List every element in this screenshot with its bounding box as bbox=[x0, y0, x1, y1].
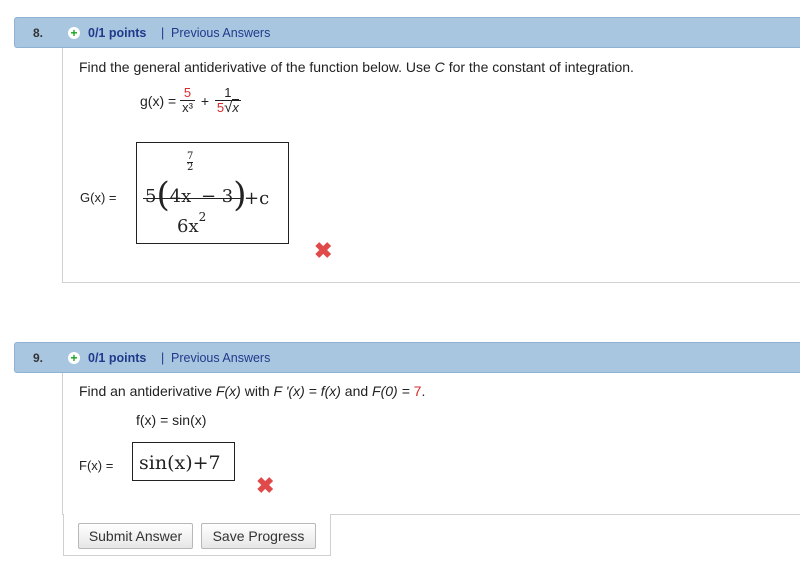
question-9-prompt: Find an antiderivative F(x) with F '(x) … bbox=[79, 383, 426, 399]
x-mark-icon: ✖ bbox=[314, 238, 333, 263]
question-8-header: 8. + 0/1 points | Previous Answers bbox=[14, 17, 800, 48]
x-mark-icon: ✖ bbox=[256, 473, 275, 498]
separator: | bbox=[161, 351, 165, 365]
given-function-g: g(x) = 5 x³ + 1 5√x bbox=[140, 85, 241, 116]
plus-circle-icon: + bbox=[68, 352, 80, 364]
answer-box-G[interactable]: 5(4x 7 2 − 3) 6x2 +c bbox=[136, 142, 289, 244]
question-number: 8. bbox=[33, 26, 44, 40]
submit-answer-button[interactable]: Submit Answer bbox=[78, 523, 193, 549]
divider bbox=[330, 514, 800, 515]
answer-numerator-tail: − 3) bbox=[201, 175, 247, 215]
separator: | bbox=[161, 26, 165, 40]
previous-answers-link[interactable]: Previous Answers bbox=[171, 351, 270, 365]
answer-numerator: 5(4x bbox=[145, 175, 192, 215]
answer-label-G: G(x) = bbox=[80, 190, 117, 205]
question-8-prompt: Find the general antiderivative of the f… bbox=[79, 59, 634, 75]
question-9-header: 9. + 0/1 points | Previous Answers bbox=[14, 342, 800, 373]
answer-exponent: 7 2 bbox=[187, 151, 194, 173]
answer-denominator: 6x2 bbox=[177, 210, 207, 237]
plus-circle-icon: + bbox=[68, 27, 80, 39]
given-function-f: f(x) = sin(x) bbox=[136, 412, 207, 428]
answer-plus-c: +c bbox=[244, 188, 270, 209]
previous-answers-link[interactable]: Previous Answers bbox=[171, 26, 270, 40]
answer-value: sin(x)+7 bbox=[139, 452, 221, 474]
fraction-5-over-x3: 5 x³ bbox=[180, 85, 195, 115]
save-progress-button[interactable]: Save Progress bbox=[201, 523, 316, 549]
question-number: 9. bbox=[33, 351, 44, 365]
points-label: 0/1 points bbox=[88, 351, 147, 365]
points-label: 0/1 points bbox=[88, 26, 147, 40]
fraction-bar bbox=[143, 198, 241, 199]
answer-label-F: F(x) = bbox=[79, 458, 114, 473]
answer-box-F[interactable]: sin(x)+7 bbox=[132, 442, 235, 481]
fraction-1-over-5sqrtx: 1 5√x bbox=[214, 85, 241, 116]
